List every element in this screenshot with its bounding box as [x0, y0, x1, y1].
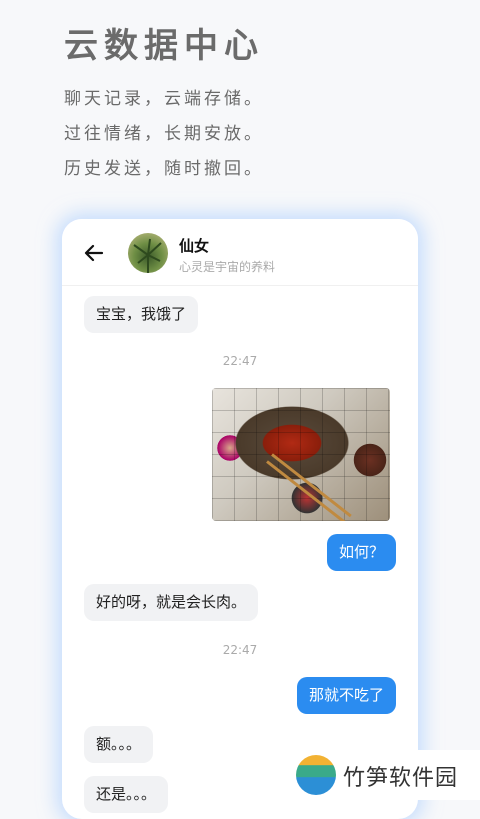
message-bubble-outgoing[interactable]: 那就不吃了: [296, 677, 396, 714]
message-timestamp: 22:47: [222, 354, 258, 368]
avatar[interactable]: [128, 233, 168, 273]
back-button[interactable]: [82, 241, 106, 265]
watermark-text: 竹笋软件园: [343, 766, 459, 791]
promo-line-3: 历史发送，随时撤回。: [64, 159, 264, 179]
chat-header: 仙女 心灵是宇宙的养料: [62, 219, 418, 286]
photo-grid: [212, 388, 390, 521]
contact-status: 心灵是宇宙的养料: [179, 260, 276, 274]
message-bubble-incoming[interactable]: 宝宝，我饿了: [84, 296, 199, 333]
watermark: 竹笋软件园: [290, 750, 480, 800]
promo-line-1: 聊天记录，云端存储。: [64, 89, 264, 109]
contact-name: 仙女: [179, 237, 210, 255]
back-arrow-icon: [84, 244, 104, 262]
phone-card: 仙女 心灵是宇宙的养料 宝宝，我饿了 22:47 如何？ 好的呀，就是会长肉。 …: [62, 219, 418, 819]
message-bubble-incoming[interactable]: 还是。。。: [84, 776, 169, 813]
promo-line-2: 过往情绪，长期安放。: [64, 124, 264, 144]
message-timestamp: 22:47: [222, 643, 258, 657]
message-bubble-incoming[interactable]: 好的呀，就是会长肉。: [84, 584, 259, 621]
message-bubble-outgoing[interactable]: 如何？: [326, 534, 396, 571]
watermark-logo-icon: [296, 755, 336, 795]
message-bubble-incoming[interactable]: 额。。。: [84, 726, 154, 763]
message-image[interactable]: [212, 388, 390, 521]
page-title: 云数据中心: [64, 26, 264, 66]
